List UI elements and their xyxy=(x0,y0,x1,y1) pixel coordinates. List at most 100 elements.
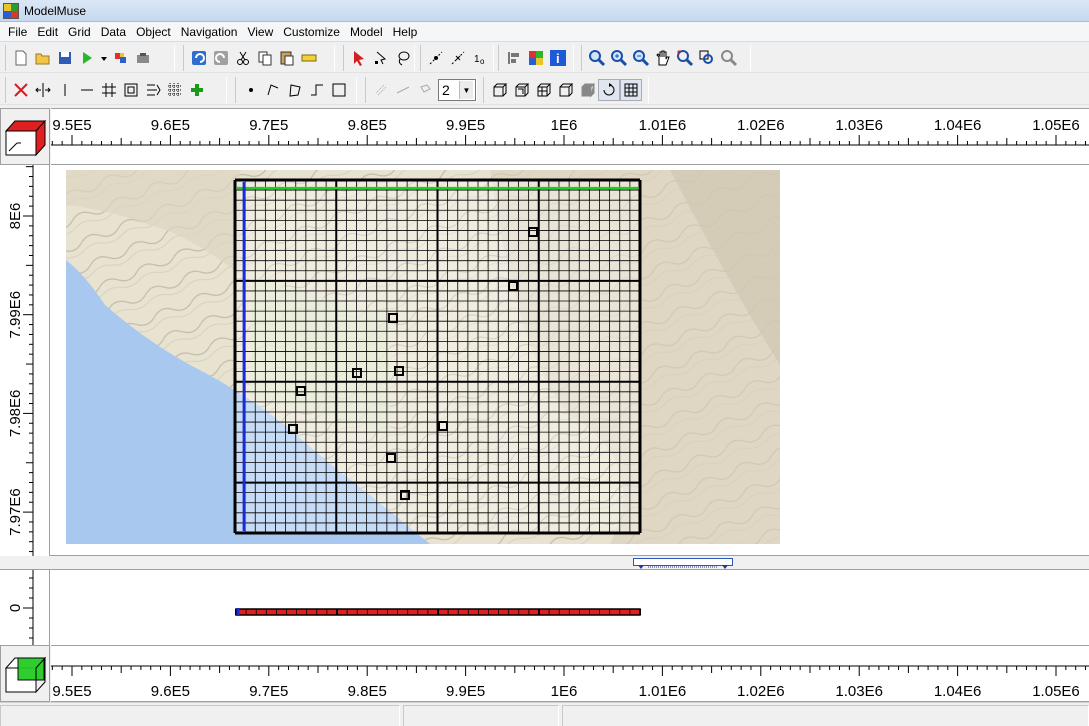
view-3d-icon-2[interactable] xyxy=(510,79,532,101)
menu-help[interactable]: Help xyxy=(388,22,423,42)
ruler-icon[interactable] xyxy=(298,47,320,69)
x-tick-label: 1.01E6 xyxy=(639,117,687,134)
line-object-icon[interactable] xyxy=(262,79,284,101)
add-point-icon[interactable] xyxy=(186,79,208,101)
add-gridlines-icon[interactable] xyxy=(98,79,120,101)
menu-model[interactable]: Model xyxy=(345,22,388,42)
zoom-extents-icon[interactable] xyxy=(674,47,696,69)
zoom-in-icon[interactable] xyxy=(608,47,630,69)
rotate-3d-icon[interactable] xyxy=(598,79,620,101)
file-toolbar-group xyxy=(5,45,175,71)
info-toolbar-group: i xyxy=(498,45,574,71)
view-3d-icon-3[interactable] xyxy=(532,79,554,101)
splitter-grip[interactable] xyxy=(633,558,733,569)
x-tick-label: 9.9E5 xyxy=(446,117,485,134)
new-file-icon[interactable] xyxy=(10,47,32,69)
menu-data[interactable]: Data xyxy=(96,22,131,42)
select-vertex-icon[interactable] xyxy=(370,47,392,69)
top-view-corner[interactable] xyxy=(0,108,50,165)
view-3d-icon-4[interactable] xyxy=(554,79,576,101)
status-cell-1 xyxy=(0,705,400,726)
delete-gridline-icon[interactable] xyxy=(10,79,32,101)
layer-icon-3[interactable] xyxy=(414,79,436,101)
undo-icon[interactable] xyxy=(188,47,210,69)
x-tick-label: 1.05E6 xyxy=(1032,683,1080,700)
x-tick-label: 1.04E6 xyxy=(934,117,982,134)
x-tick-label: 1.02E6 xyxy=(737,117,785,134)
chevron-down-icon[interactable]: ▼ xyxy=(459,81,473,99)
zoom-icon[interactable] xyxy=(586,47,608,69)
color-grid-icon[interactable] xyxy=(525,47,547,69)
menu-view[interactable]: View xyxy=(242,22,278,42)
x-tick-label: 9.6E5 xyxy=(151,683,190,700)
x-tick-label: 9.5E5 xyxy=(52,117,91,134)
copy-icon[interactable] xyxy=(254,47,276,69)
menu-grid[interactable]: Grid xyxy=(63,22,96,42)
front-layer-profile[interactable] xyxy=(235,608,641,616)
object-order-icon[interactable] xyxy=(503,47,525,69)
paste-icon[interactable] xyxy=(276,47,298,69)
vertex-value-icon[interactable]: 1o xyxy=(469,47,491,69)
smooth-grid-icon[interactable] xyxy=(142,79,164,101)
menu-object[interactable]: Object xyxy=(131,22,176,42)
info-icon[interactable]: i xyxy=(547,47,569,69)
dropdown-arrow-icon[interactable] xyxy=(98,47,110,69)
x-tick-label: 1.03E6 xyxy=(835,683,883,700)
front-view-canvas[interactable] xyxy=(50,569,1089,645)
rectangle-icon[interactable] xyxy=(328,79,350,101)
run-model-icon[interactable] xyxy=(76,47,98,69)
top-y-ruler: 8E6 7.99E6 7.98E6 7.97E6 xyxy=(0,165,50,556)
point-object-icon[interactable] xyxy=(240,79,262,101)
menu-customize[interactable]: Customize xyxy=(278,22,345,42)
layer-toolbar-group: 2 ▼ xyxy=(365,77,477,103)
draw-object-toolbar-group xyxy=(235,77,357,103)
status-bar xyxy=(0,702,1089,726)
move-gridline-icon[interactable] xyxy=(32,79,54,101)
menu-navigation[interactable]: Navigation xyxy=(176,22,243,42)
view-3d-icon-1[interactable] xyxy=(488,79,510,101)
view-splitter[interactable] xyxy=(0,556,1089,569)
x-tick-label: 9.8E5 xyxy=(348,683,387,700)
polygon-object-icon[interactable] xyxy=(284,79,306,101)
model-grid[interactable] xyxy=(233,178,642,535)
pan-icon[interactable] xyxy=(652,47,674,69)
x-tick-label: 9.7E5 xyxy=(249,117,288,134)
redo-icon[interactable] xyxy=(210,47,232,69)
layer-selector-combo[interactable]: 2 ▼ xyxy=(438,79,476,101)
select-arrow-icon[interactable] xyxy=(348,47,370,69)
layer-icon-2[interactable] xyxy=(392,79,414,101)
add-vertex-icon[interactable] xyxy=(425,47,447,69)
front-view-corner[interactable] xyxy=(0,645,50,702)
menu-file[interactable]: File xyxy=(3,22,32,42)
add-horizontal-gridline-icon[interactable] xyxy=(76,79,98,101)
modelmuse-app-icon xyxy=(3,3,19,19)
open-folder-icon[interactable] xyxy=(32,47,54,69)
add-vertical-gridline-icon[interactable] xyxy=(54,79,76,101)
delete-vertex-icon[interactable] xyxy=(447,47,469,69)
subdivide-icon[interactable] xyxy=(164,79,186,101)
top-view-canvas[interactable] xyxy=(50,165,1089,556)
layer-icon-1[interactable] xyxy=(370,79,392,101)
front-view-svg[interactable] xyxy=(50,570,1089,646)
import-icon[interactable] xyxy=(132,47,154,69)
x-tick-label: 9.9E5 xyxy=(446,683,485,700)
top-view-svg[interactable] xyxy=(50,165,1089,556)
menu-edit[interactable]: Edit xyxy=(32,22,63,42)
bottom-x-ruler: 9.5E5 9.6E5 9.7E5 9.8E5 9.9E5 1E6 1.01E6 1.02E6… xyxy=(51,645,1089,702)
window-title: ModelMuse xyxy=(24,4,87,18)
export-icon[interactable] xyxy=(110,47,132,69)
save-icon[interactable] xyxy=(54,47,76,69)
cut-icon[interactable] xyxy=(232,47,254,69)
vertex-toolbar-group: 1o xyxy=(420,45,494,71)
modelmuse-window: ModelMuse File Edit Grid Data Object Navigati… xyxy=(0,0,1089,726)
edit-toolbar-group xyxy=(183,45,335,71)
shaded-3d-icon[interactable] xyxy=(576,79,598,101)
title-bar: ModelMuse xyxy=(0,0,1089,22)
zoom-previous-icon[interactable] xyxy=(718,47,740,69)
zoom-layer-icon[interactable] xyxy=(696,47,718,69)
lasso-icon[interactable] xyxy=(392,47,414,69)
zoom-out-icon[interactable] xyxy=(630,47,652,69)
generate-grid-icon[interactable] xyxy=(120,79,142,101)
straight-line-icon[interactable] xyxy=(306,79,328,101)
grid-3d-icon[interactable] xyxy=(620,79,642,101)
